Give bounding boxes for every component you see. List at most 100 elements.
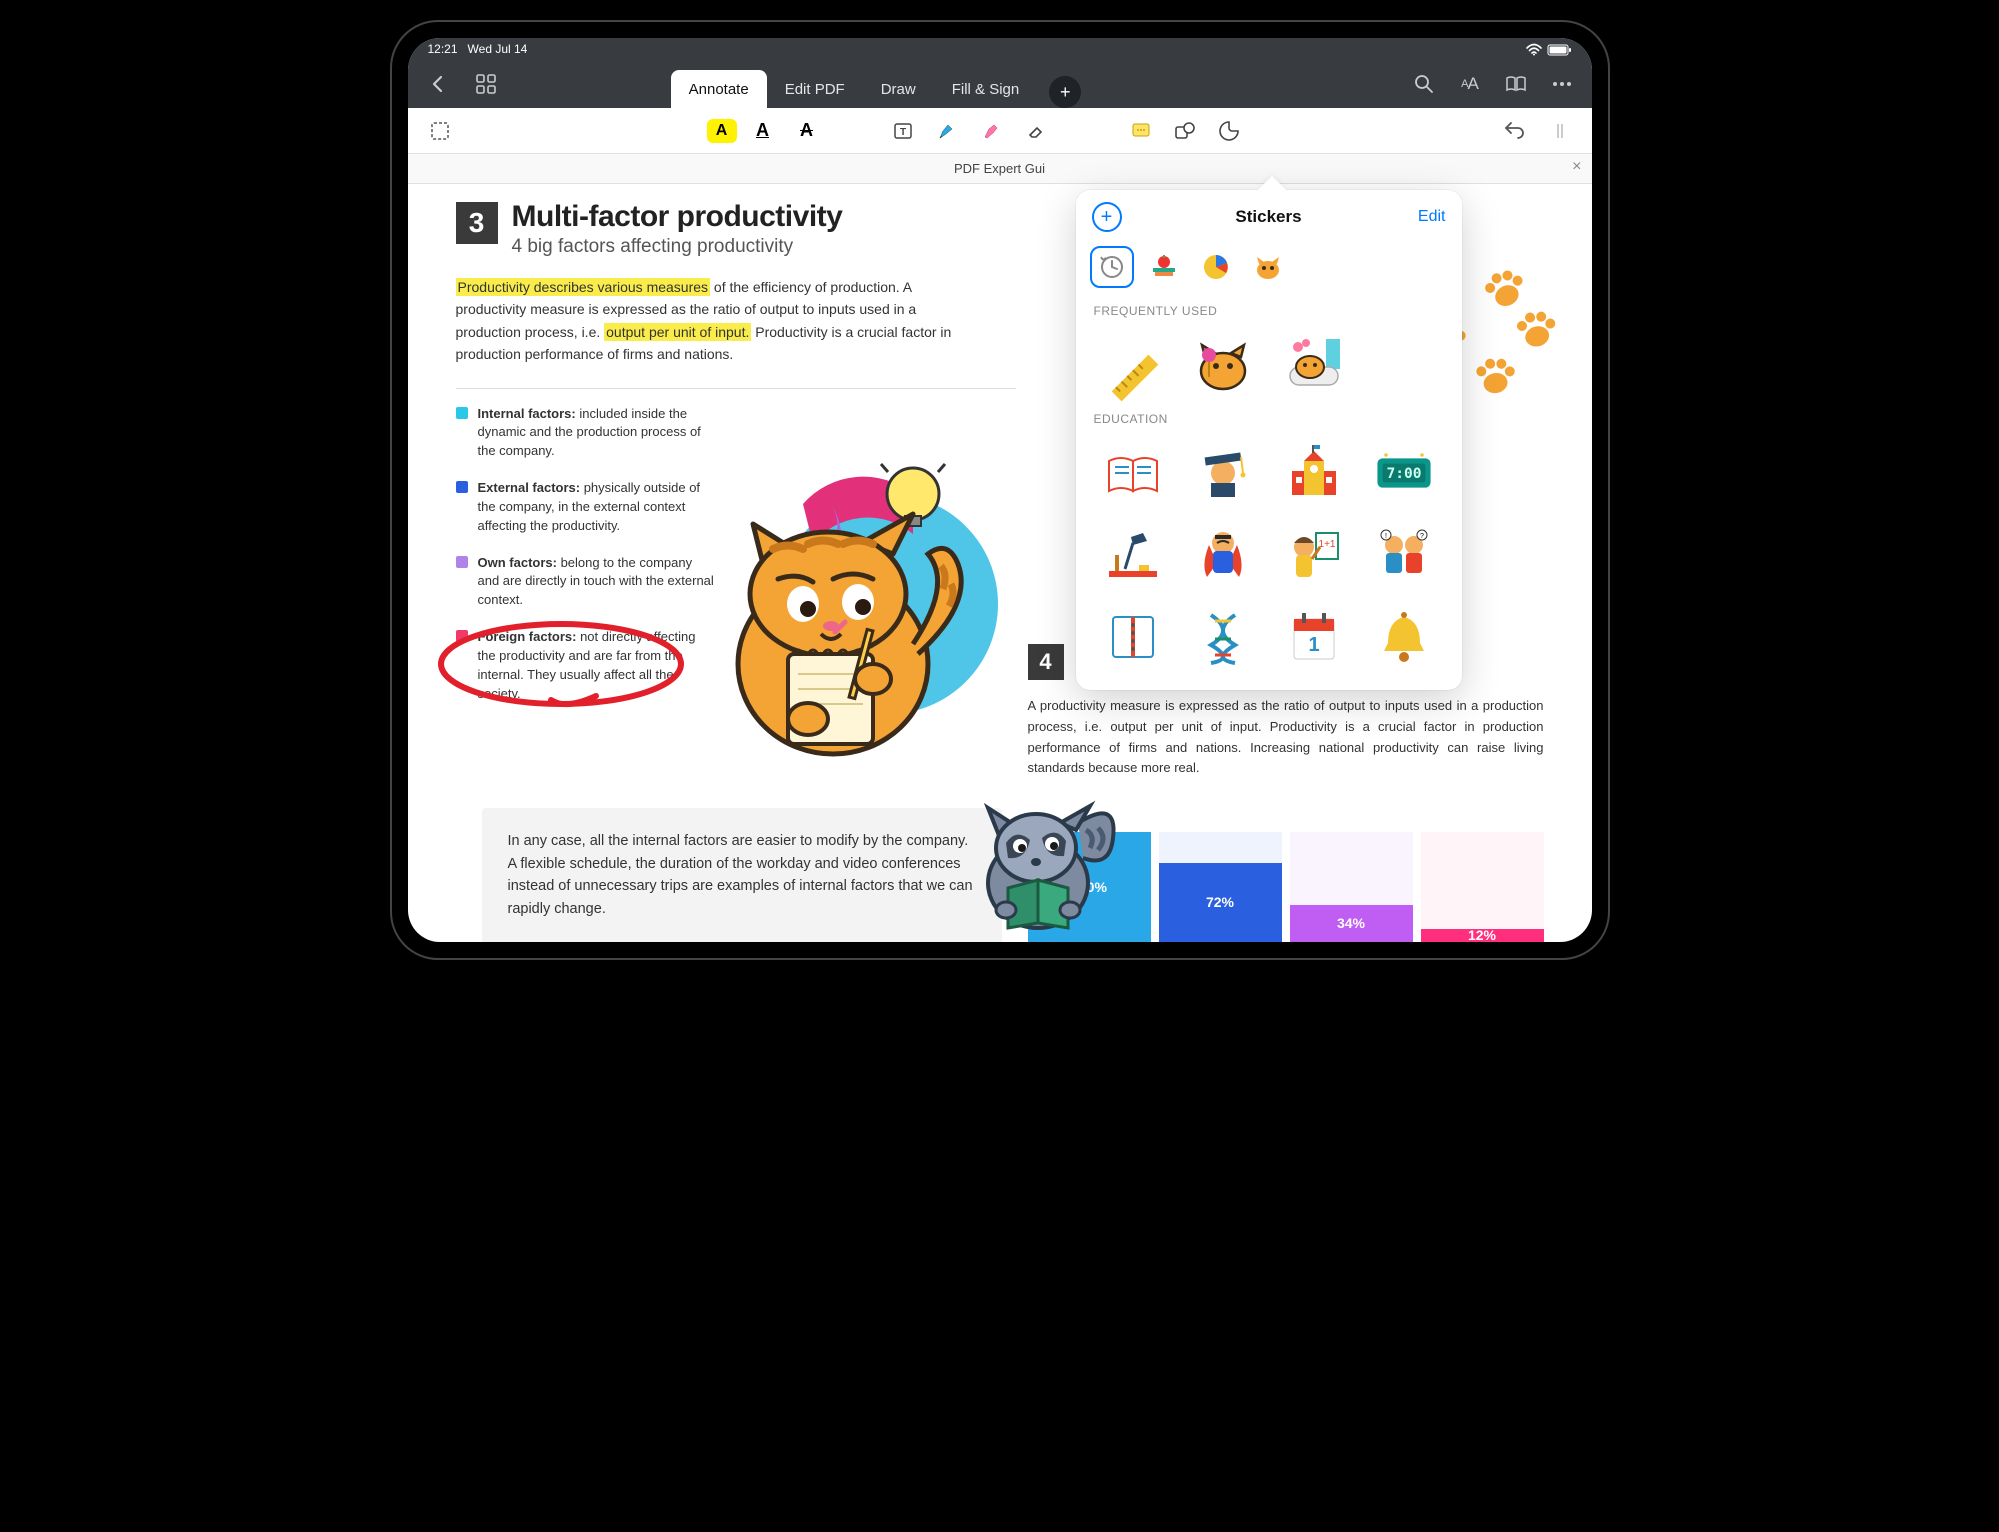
tab-label: Fill & Sign: [952, 81, 1020, 98]
section-subtitle: 4 big factors affecting productivity: [512, 236, 843, 258]
text-size-button[interactable]: AA: [1450, 64, 1490, 104]
ruler-sticker[interactable]: [1090, 326, 1177, 400]
customize-toolbar-handle[interactable]: [1542, 113, 1578, 149]
section-title: Multi-factor productivity: [512, 202, 843, 232]
bell-sticker[interactable]: [1361, 598, 1448, 676]
undo-button[interactable]: [1496, 113, 1532, 149]
pen-tool[interactable]: [929, 113, 965, 149]
two-kids-sticker[interactable]: !?: [1361, 516, 1448, 594]
stickers-tool[interactable]: [1211, 113, 1247, 149]
tab-edit-pdf[interactable]: Edit PDF: [767, 70, 863, 108]
dna-sticker[interactable]: [1180, 598, 1267, 676]
thumbnails-button[interactable]: [466, 64, 506, 104]
color-swatch-cyan: [456, 407, 468, 419]
annotate-toolbar: A A A T: [408, 108, 1592, 154]
cat-lollipop-sticker[interactable]: [1180, 326, 1267, 400]
desk-lamp-sticker[interactable]: [1090, 516, 1177, 594]
tab-label: Edit PDF: [785, 81, 845, 98]
section-label-frequent: FREQUENTLY USED: [1076, 298, 1462, 326]
empty-cell: [1361, 326, 1448, 400]
tool-glyph: A: [716, 122, 728, 140]
school-building-sticker[interactable]: [1271, 434, 1358, 512]
back-button[interactable]: [418, 64, 458, 104]
section-4-paragraph: A productivity measure is expressed as t…: [1028, 696, 1544, 779]
list-item: Internal factors: included inside the dy…: [456, 405, 716, 462]
object-group: [1123, 113, 1247, 149]
tab-annotate[interactable]: Annotate: [671, 70, 767, 108]
text-box-tool[interactable]: T: [885, 113, 921, 149]
battery-icon: [1548, 42, 1572, 56]
list-item: Own factors: belong to the company and a…: [456, 554, 716, 611]
close-document-button[interactable]: ×: [1572, 158, 1581, 176]
popover-title: Stickers: [1076, 207, 1462, 227]
selection-tool[interactable]: [422, 113, 458, 149]
svg-text:?: ?: [1420, 533, 1424, 540]
shapes-tool[interactable]: [1167, 113, 1203, 149]
color-swatch-blue: [456, 481, 468, 493]
factor-name: External factors:: [478, 480, 581, 495]
edit-stickers-button[interactable]: Edit: [1418, 208, 1446, 226]
text-markup-group: A A A: [707, 113, 825, 149]
status-time: 12:21: [428, 42, 458, 56]
note-callout: In any case, all the internal factors ar…: [482, 808, 1002, 942]
svg-text:1+1: 1+1: [1318, 539, 1335, 550]
bar-cell: 34%: [1290, 832, 1413, 942]
digital-clock-sticker[interactable]: 7:00: [1361, 434, 1448, 512]
education-grid: 7:00 1+1 !? 1: [1076, 434, 1462, 682]
calendar-sticker[interactable]: 1: [1271, 598, 1358, 676]
cat-pack-category[interactable]: [1246, 246, 1290, 288]
bar-value: 72%: [1159, 863, 1282, 942]
cat-bath-sticker[interactable]: [1271, 326, 1358, 400]
add-mode-button[interactable]: +: [1049, 76, 1081, 108]
strikethrough-tool[interactable]: A: [789, 113, 825, 149]
color-swatch-pink: [456, 630, 468, 642]
svg-text:T: T: [899, 127, 905, 138]
color-swatch-purple: [456, 556, 468, 568]
graduate-sticker[interactable]: [1180, 434, 1267, 512]
list-item: External factors: physically outside of …: [456, 479, 716, 536]
open-book-sticker[interactable]: [1090, 434, 1177, 512]
tab-fill-sign[interactable]: Fill & Sign: [934, 70, 1038, 108]
stickers-popover: + Stickers Edit FREQUENTLY USED: [1076, 190, 1462, 690]
bar-background: [1421, 832, 1544, 942]
list-item: Foreign factors: not directly affecting …: [456, 628, 716, 703]
reading-mode-button[interactable]: [1496, 64, 1536, 104]
bar-cell: 12%: [1421, 832, 1544, 942]
highlight-span: Productivity describes various measures: [456, 278, 711, 296]
sticker-category-tabs: [1076, 238, 1462, 298]
tab-draw[interactable]: Draw: [863, 70, 934, 108]
highlight-tool[interactable]: A: [707, 119, 737, 143]
status-bar: 12:21 Wed Jul 14: [408, 38, 1592, 60]
underline-tool[interactable]: A: [745, 113, 781, 149]
document-title: PDF Expert Gui: [954, 161, 1045, 176]
raccoon-reading-sticker[interactable]: [968, 788, 1118, 938]
search-button[interactable]: [1404, 64, 1444, 104]
marker-tool[interactable]: [973, 113, 1009, 149]
education-category[interactable]: [1142, 246, 1186, 288]
divider: [456, 388, 1016, 389]
eraser-tool[interactable]: [1017, 113, 1053, 149]
tool-glyph: A: [800, 120, 813, 141]
bar-value: 34%: [1290, 905, 1413, 942]
superhero-kid-sticker[interactable]: [1180, 516, 1267, 594]
svg-text:1: 1: [1308, 634, 1319, 656]
note-tool[interactable]: [1123, 113, 1159, 149]
frequently-used-grid: [1076, 326, 1462, 406]
cat-notepad-sticker[interactable]: [713, 454, 983, 764]
more-button[interactable]: [1542, 64, 1582, 104]
teacher-math-sticker[interactable]: 1+1: [1271, 516, 1358, 594]
business-category[interactable]: [1194, 246, 1238, 288]
wifi-icon: [1526, 42, 1542, 56]
screen: 12:21 Wed Jul 14 Annotate E: [408, 38, 1592, 942]
highlight-span: output per unit of input.: [604, 323, 751, 341]
bar-value: 12%: [1421, 929, 1544, 942]
recent-category[interactable]: [1090, 246, 1134, 288]
tool-glyph: A: [756, 120, 769, 141]
tab-label: Draw: [881, 81, 916, 98]
svg-text:!: !: [1385, 533, 1387, 540]
svg-text:7:00: 7:00: [1387, 465, 1422, 482]
add-sticker-pack-button[interactable]: +: [1092, 202, 1122, 232]
factor-name: Internal factors:: [478, 406, 576, 421]
notebook-sticker[interactable]: [1090, 598, 1177, 676]
section-3-paragraph: Productivity describes various measures …: [456, 276, 976, 366]
